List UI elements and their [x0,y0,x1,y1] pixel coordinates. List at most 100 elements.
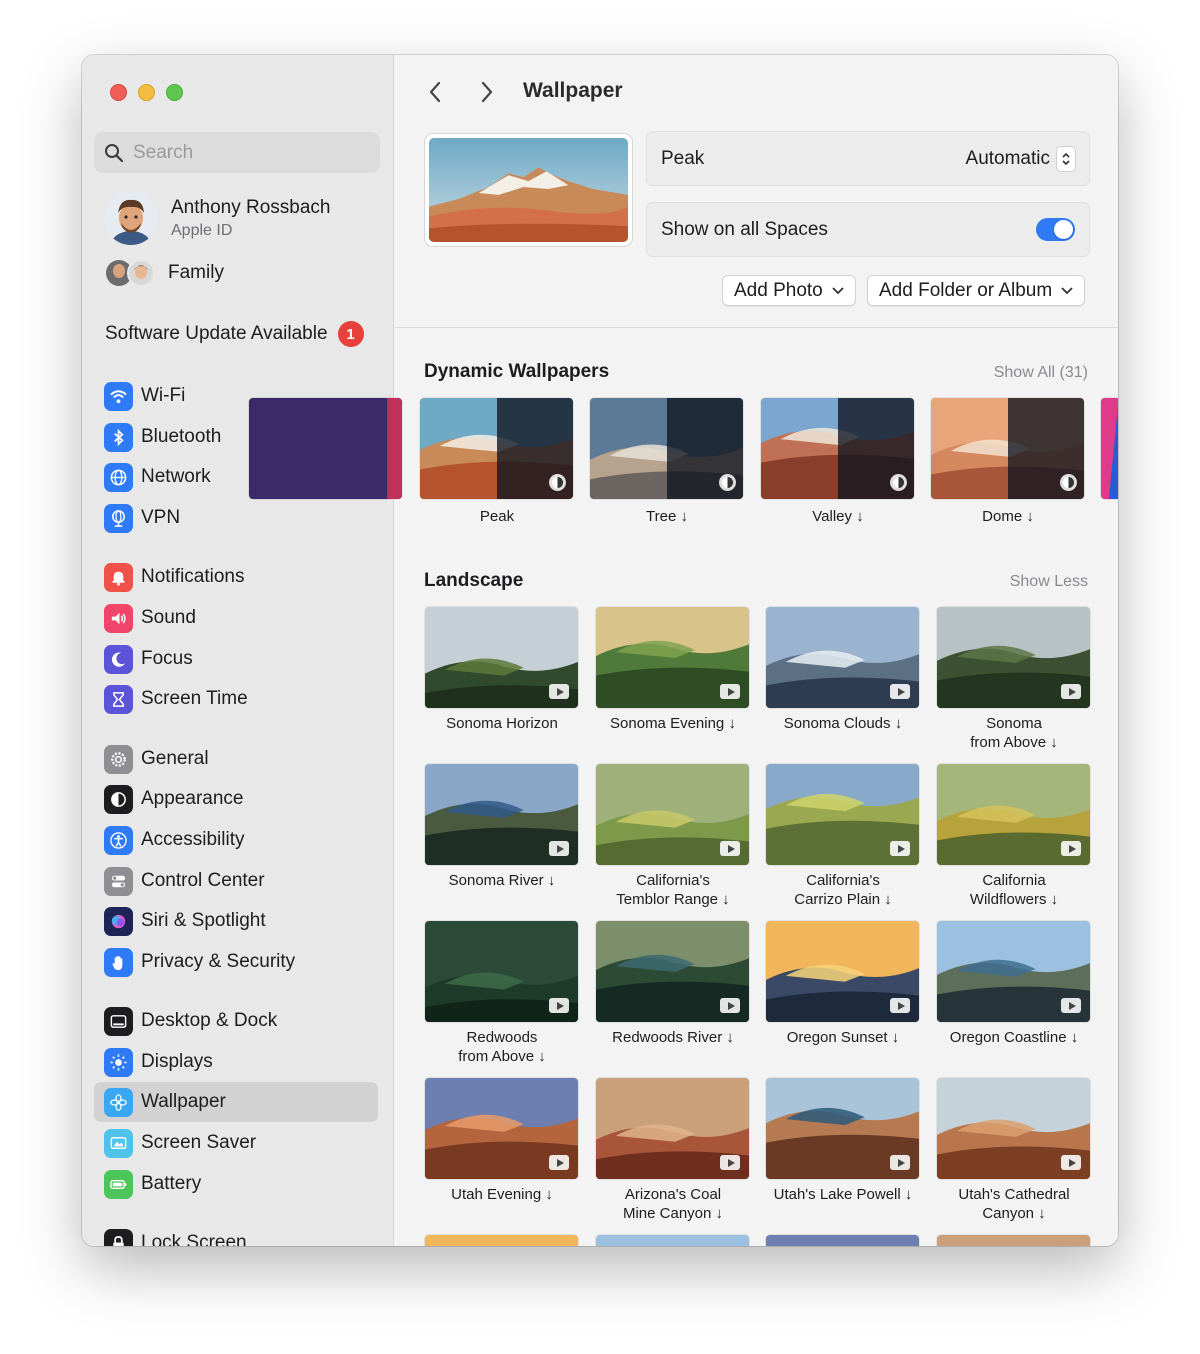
landscape-wallpaper-thumbnail-partial[interactable] [595,1234,750,1246]
sidebar-item-lock-screen[interactable]: Lock Screen [94,1223,378,1246]
close-button[interactable] [110,84,127,101]
chevron-down-icon [1061,286,1073,294]
video-play-icon [720,841,740,856]
dynamic-wallpaper-icon [549,474,566,491]
landscape-wallpaper-thumbnail[interactable] [424,1077,579,1180]
dynamic-wallpaper-thumbnail[interactable] [760,397,915,500]
dynamic-wallpaper-icon [1060,474,1077,491]
sidebar-item-label: Accessibility [141,829,245,850]
landscape-wallpaper-label: California's Temblor Range ↓ [616,872,730,908]
sidebar-item-siri-and-spotlight[interactable]: Siri & Spotlight [94,901,378,941]
landscape-wallpaper-thumbnail[interactable] [936,1077,1091,1180]
sidebar-item-desktop-and-dock[interactable]: Desktop & Dock [94,1001,378,1041]
show-all-dynamic-link[interactable]: Show All (31) [994,364,1088,382]
avatar [104,191,158,245]
landscape-wallpaper-thumbnail[interactable] [936,606,1091,709]
landscape-wallpaper-thumbnail[interactable] [936,763,1091,866]
landscape-wallpaper-label: Sonoma Horizon [446,715,558,732]
video-play-icon [1061,684,1081,699]
landscape-wallpaper-thumbnail[interactable] [424,920,579,1023]
landscape-wallpaper-thumbnail[interactable] [765,606,920,709]
sidebar-item-accessibility[interactable]: Accessibility [94,820,378,860]
add-photo-button[interactable]: Add Photo [722,275,856,306]
family-item[interactable]: Family [104,258,224,288]
sidebar-item-displays[interactable]: Displays [94,1042,378,1082]
landscape-wallpaper-thumbnail[interactable] [424,606,579,709]
sidebar-item-focus[interactable]: Focus [94,639,378,679]
software-update-item[interactable]: Software Update Available 1 [105,321,364,347]
minimize-button[interactable] [138,84,155,101]
add-folder-button[interactable]: Add Folder or Album [867,275,1086,306]
wallpaper-name: Peak [661,147,705,169]
page-title: Wallpaper [523,79,623,102]
dynamic-wallpaper-thumbnail[interactable] [419,397,574,500]
add-photo-label: Add Photo [734,279,823,301]
video-play-icon [549,684,569,699]
landscape-wallpaper-label: Redwoods from Above ↓ [458,1029,546,1065]
wallpaper-thumbnail-partial[interactable] [248,397,403,500]
landscape-wallpaper-thumbnail[interactable] [595,1077,750,1180]
vpn-globe-icon [104,503,133,533]
appearance-icon [104,784,133,814]
appearance-mode-popup[interactable]: Automatic [966,146,1075,171]
dynamic-wallpaper-label: Tree ↓ [646,508,688,525]
dynamic-wallpaper-thumbnail[interactable] [589,397,744,500]
dynamic-wallpaper-thumbnail[interactable] [930,397,1085,500]
accessibility-icon [104,825,133,855]
sidebar-item-screen-saver[interactable]: Screen Saver [94,1123,378,1163]
current-wallpaper-preview [424,133,633,247]
landscape-wallpaper-thumbnail[interactable] [765,1077,920,1180]
sidebar-item-privacy-and-security[interactable]: Privacy & Security [94,942,378,982]
landscape-wallpaper-thumbnail[interactable] [424,763,579,866]
globe-icon [104,462,133,492]
landscape-wallpaper-label: Arizona's Coal Mine Canyon ↓ [622,1186,724,1222]
landscape-wallpaper-thumbnail[interactable] [595,606,750,709]
show-all-spaces-row: Show on all Spaces [646,202,1090,257]
landscape-wallpaper-thumbnail[interactable] [936,920,1091,1023]
wallpaper-thumbnail-partial[interactable] [1100,397,1118,500]
show-all-spaces-toggle[interactable] [1036,218,1075,241]
apple-id-account[interactable]: Anthony Rossbach Apple ID [104,191,331,245]
landscape-wallpaper-label: Sonoma River ↓ [448,872,556,889]
sidebar-item-screen-time[interactable]: Screen Time [94,679,378,719]
sidebar-item-appearance[interactable]: Appearance [94,779,378,819]
video-play-icon [1061,841,1081,856]
landscape-wallpaper-thumbnail-partial[interactable] [424,1234,579,1246]
landscape-wallpaper-label: Sonoma Clouds ↓ [783,715,903,732]
sidebar-item-label: Wallpaper [141,1091,226,1112]
dynamic-wallpapers-title: Dynamic Wallpapers [424,361,610,382]
landscape-wallpaper-thumbnail[interactable] [765,763,920,866]
show-less-landscape-link[interactable]: Show Less [1010,573,1088,591]
landscape-wallpaper-thumbnail[interactable] [765,920,920,1023]
landscape-wallpaper-thumbnail[interactable] [595,763,750,866]
video-play-icon [549,998,569,1013]
zoom-button[interactable] [166,84,183,101]
back-button[interactable] [422,79,448,105]
search-input[interactable] [133,141,373,164]
sidebar-item-general[interactable]: General [94,739,378,779]
landscape-wallpaper-label: Utah Evening ↓ [451,1186,553,1203]
family-label: Family [168,262,224,283]
search-field[interactable] [94,132,380,173]
wallpaper-name-row: Peak Automatic [646,131,1090,186]
sidebar-item-sound[interactable]: Sound [94,598,378,638]
sidebar-item-wallpaper[interactable]: Wallpaper [94,1082,378,1122]
sidebar-item-battery[interactable]: Battery [94,1164,378,1204]
sidebar-item-control-center[interactable]: Control Center [94,861,378,901]
landscape-wallpaper-thumbnail[interactable] [595,920,750,1023]
sidebar-item-vpn[interactable]: VPN [94,498,378,538]
switches-icon [104,866,133,896]
sidebar-item-label: Lock Screen [141,1232,247,1246]
sidebar-item-notifications[interactable]: Notifications [94,557,378,597]
landscape-wallpaper-label: Redwoods River ↓ [612,1029,734,1046]
landscape-wallpaper-thumbnail-partial[interactable] [936,1234,1091,1246]
toolbar: Wallpaper [395,55,1118,127]
sidebar-item-label: Privacy & Security [141,951,296,972]
landscape-wallpaper-label: California Wildflowers ↓ [969,872,1059,908]
sidebar-item-label: Desktop & Dock [141,1010,278,1031]
search-icon [105,143,124,162]
siri-icon [104,906,133,936]
landscape-wallpaper-thumbnail-partial[interactable] [765,1234,920,1246]
wallpaper-preview-image [429,138,628,242]
forward-button[interactable] [474,79,500,105]
